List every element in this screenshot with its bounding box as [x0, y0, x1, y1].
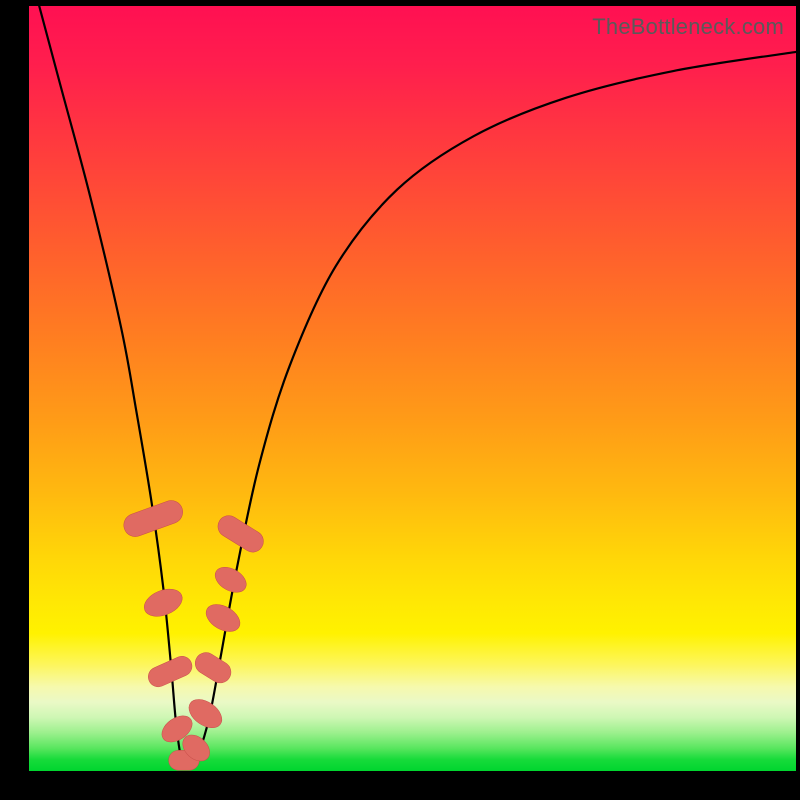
- plot-area: TheBottleneck.com: [29, 6, 796, 771]
- curve-layer: [29, 0, 796, 768]
- curve-marker: [121, 497, 186, 540]
- curve-marker: [201, 599, 244, 637]
- curve-marker: [191, 648, 235, 686]
- marker-layer: [121, 497, 268, 770]
- chart-frame: TheBottleneck.com: [0, 0, 800, 800]
- curve-marker: [211, 562, 251, 597]
- bottleneck-curve: [29, 0, 796, 768]
- chart-svg: [29, 6, 796, 771]
